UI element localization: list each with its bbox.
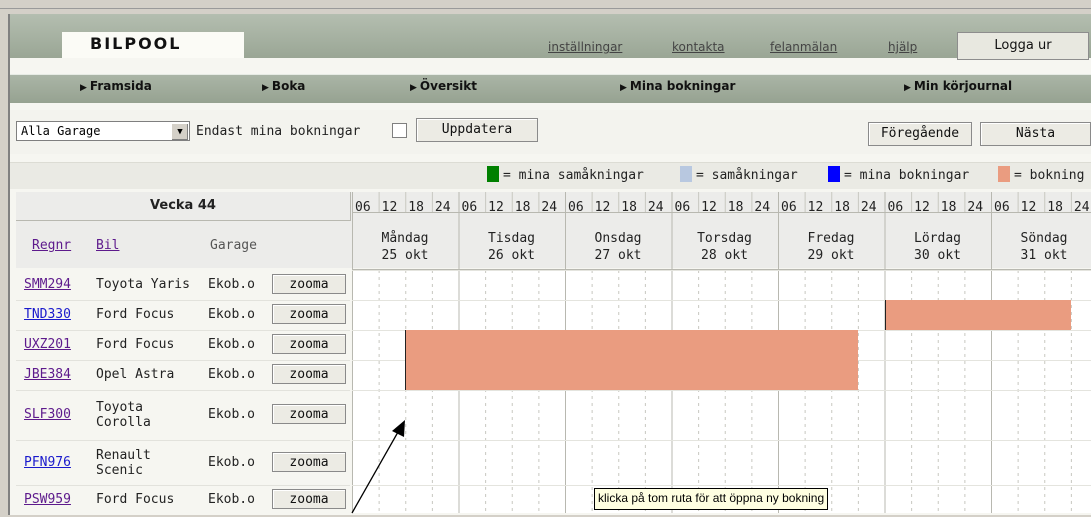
booking-bar[interactable] — [884, 300, 1071, 330]
header-grid-lines — [352, 192, 1091, 270]
booking-bar[interactable] — [405, 330, 858, 360]
only-mine-checkbox[interactable] — [392, 123, 407, 138]
legend-swatch-my-bookings — [828, 166, 840, 182]
week-label: Vecka 44 — [16, 192, 351, 221]
regnr-link[interactable]: TND330 — [24, 307, 71, 322]
row-separator — [16, 440, 350, 441]
car-model: Opel Astra — [96, 367, 175, 382]
vehicle-row: PSW959 Ford Focus Ekob.o zooma — [16, 485, 350, 515]
zoom-button[interactable]: zooma — [272, 304, 346, 324]
zoom-button[interactable]: zooma — [272, 334, 346, 354]
booking-start-marker — [405, 330, 407, 360]
row-separator — [16, 390, 350, 391]
garage-name: Ekob.o — [208, 454, 255, 470]
garage-column-header: Garage — [210, 238, 257, 253]
booking-bar[interactable] — [405, 360, 858, 390]
garage-select[interactable]: Alla Garage ▼ — [16, 121, 190, 141]
legend-my-bookings: = mina bokningar — [844, 168, 970, 183]
triangle-right-icon: ▶ — [80, 83, 87, 93]
legend-bookings: = bokning — [1014, 168, 1085, 183]
garage-name: Ekob.o — [208, 492, 255, 507]
annotation-arrow — [351, 420, 405, 514]
triangle-right-icon: ▶ — [904, 83, 911, 93]
tooltip: klicka på tom ruta för att öppna ny bokn… — [594, 488, 829, 510]
vehicle-row: UXZ201 Ford Focus Ekob.o zooma — [16, 330, 350, 360]
car-model: Ford Focus — [96, 307, 175, 322]
only-mine-label: Endast mina bokningar — [196, 124, 361, 139]
update-button[interactable]: Uppdatera — [416, 118, 538, 142]
nav-mina-bokningar[interactable]: ▶ Mina bokningar — [620, 79, 735, 93]
regnr-link[interactable]: SMM294 — [24, 277, 71, 292]
sort-bil-link[interactable]: Bil — [96, 238, 119, 253]
booking-start-marker — [405, 360, 407, 390]
legend-my-carpools: = mina samåkningar — [503, 168, 644, 183]
previous-button[interactable]: Föregående — [868, 122, 972, 146]
car-model: Ford Focus — [96, 337, 175, 352]
zoom-button[interactable]: zooma — [272, 364, 346, 384]
zoom-button[interactable]: zooma — [272, 274, 346, 294]
vehicle-row: JBE384 Opel Astra Ekob.o zooma — [16, 360, 350, 390]
triangle-right-icon: ▶ — [620, 83, 627, 93]
logout-button[interactable]: Logga ur — [957, 32, 1089, 60]
car-model: Toyota Yaris — [96, 277, 190, 292]
sort-regnr-link[interactable]: Regnr — [32, 238, 71, 253]
garage-name: Ekob.o — [208, 277, 255, 292]
garage-name: Ekob.o — [208, 307, 255, 322]
settings-link[interactable]: inställningar — [548, 40, 622, 54]
legend-swatch-carpools — [680, 166, 692, 182]
arrowhead-icon — [392, 420, 405, 437]
report-error-link[interactable]: felanmälan — [770, 40, 837, 54]
garage-name: Ekob.o — [208, 407, 255, 422]
regnr-link[interactable]: PFN976 — [24, 455, 71, 470]
nav-boka[interactable]: ▶ Boka — [262, 79, 305, 93]
legend-swatch-bookings — [998, 166, 1010, 182]
legend-swatch-my-carpools — [487, 166, 499, 182]
triangle-right-icon: ▶ — [410, 83, 417, 93]
chevron-down-icon[interactable]: ▼ — [171, 123, 188, 140]
regnr-link[interactable]: JBE384 — [24, 367, 71, 382]
nav-label: Mina bokningar — [629, 79, 736, 93]
vehicle-row: SLF300 Toyota Corolla Ekob.o zooma — [16, 390, 350, 440]
nav-label: Boka — [271, 79, 306, 93]
help-link[interactable]: hjälp — [888, 40, 917, 54]
logo: BILPOOL — [90, 34, 182, 53]
regnr-link[interactable]: SLF300 — [24, 407, 71, 422]
row-separator — [16, 300, 350, 301]
car-model: Ford Focus — [96, 492, 175, 507]
vehicle-row: PFN976 Renault Scenic Ekob.o zooma — [16, 440, 350, 485]
garage-select-value: Alla Garage — [21, 124, 101, 138]
regnr-link[interactable]: UXZ201 — [24, 337, 71, 352]
regnr-link[interactable]: PSW959 — [24, 492, 71, 507]
nav-oversikt[interactable]: ▶ Översikt — [410, 79, 477, 93]
legend-carpools: = samåkningar — [696, 168, 798, 183]
next-button[interactable]: Nästa — [980, 122, 1091, 146]
car-model: Toyota Corolla — [96, 400, 151, 430]
row-separator — [16, 330, 350, 331]
vehicle-row: TND330 Ford Focus Ekob.o zooma — [16, 300, 350, 330]
vehicle-row: SMM294 Toyota Yaris Ekob.o zooma — [16, 270, 350, 300]
booking-start-marker — [884, 300, 886, 330]
nav-min-korjournal[interactable]: ▶ Min körjournal — [904, 79, 1012, 93]
garage-name: Ekob.o — [208, 367, 255, 382]
triangle-right-icon: ▶ — [262, 83, 269, 93]
row-separator — [16, 485, 350, 486]
garage-name: Ekob.o — [208, 337, 255, 352]
window-top-strip — [0, 0, 1091, 9]
nav-label: Framsida — [89, 79, 152, 93]
car-model: Renault Scenic — [96, 447, 151, 478]
nav-label: Min körjournal — [913, 79, 1013, 93]
contact-link[interactable]: kontakta — [672, 40, 725, 54]
nav-label: Översikt — [419, 79, 477, 93]
nav-framsida[interactable]: ▶ Framsida — [80, 79, 152, 93]
row-separator — [16, 360, 350, 361]
